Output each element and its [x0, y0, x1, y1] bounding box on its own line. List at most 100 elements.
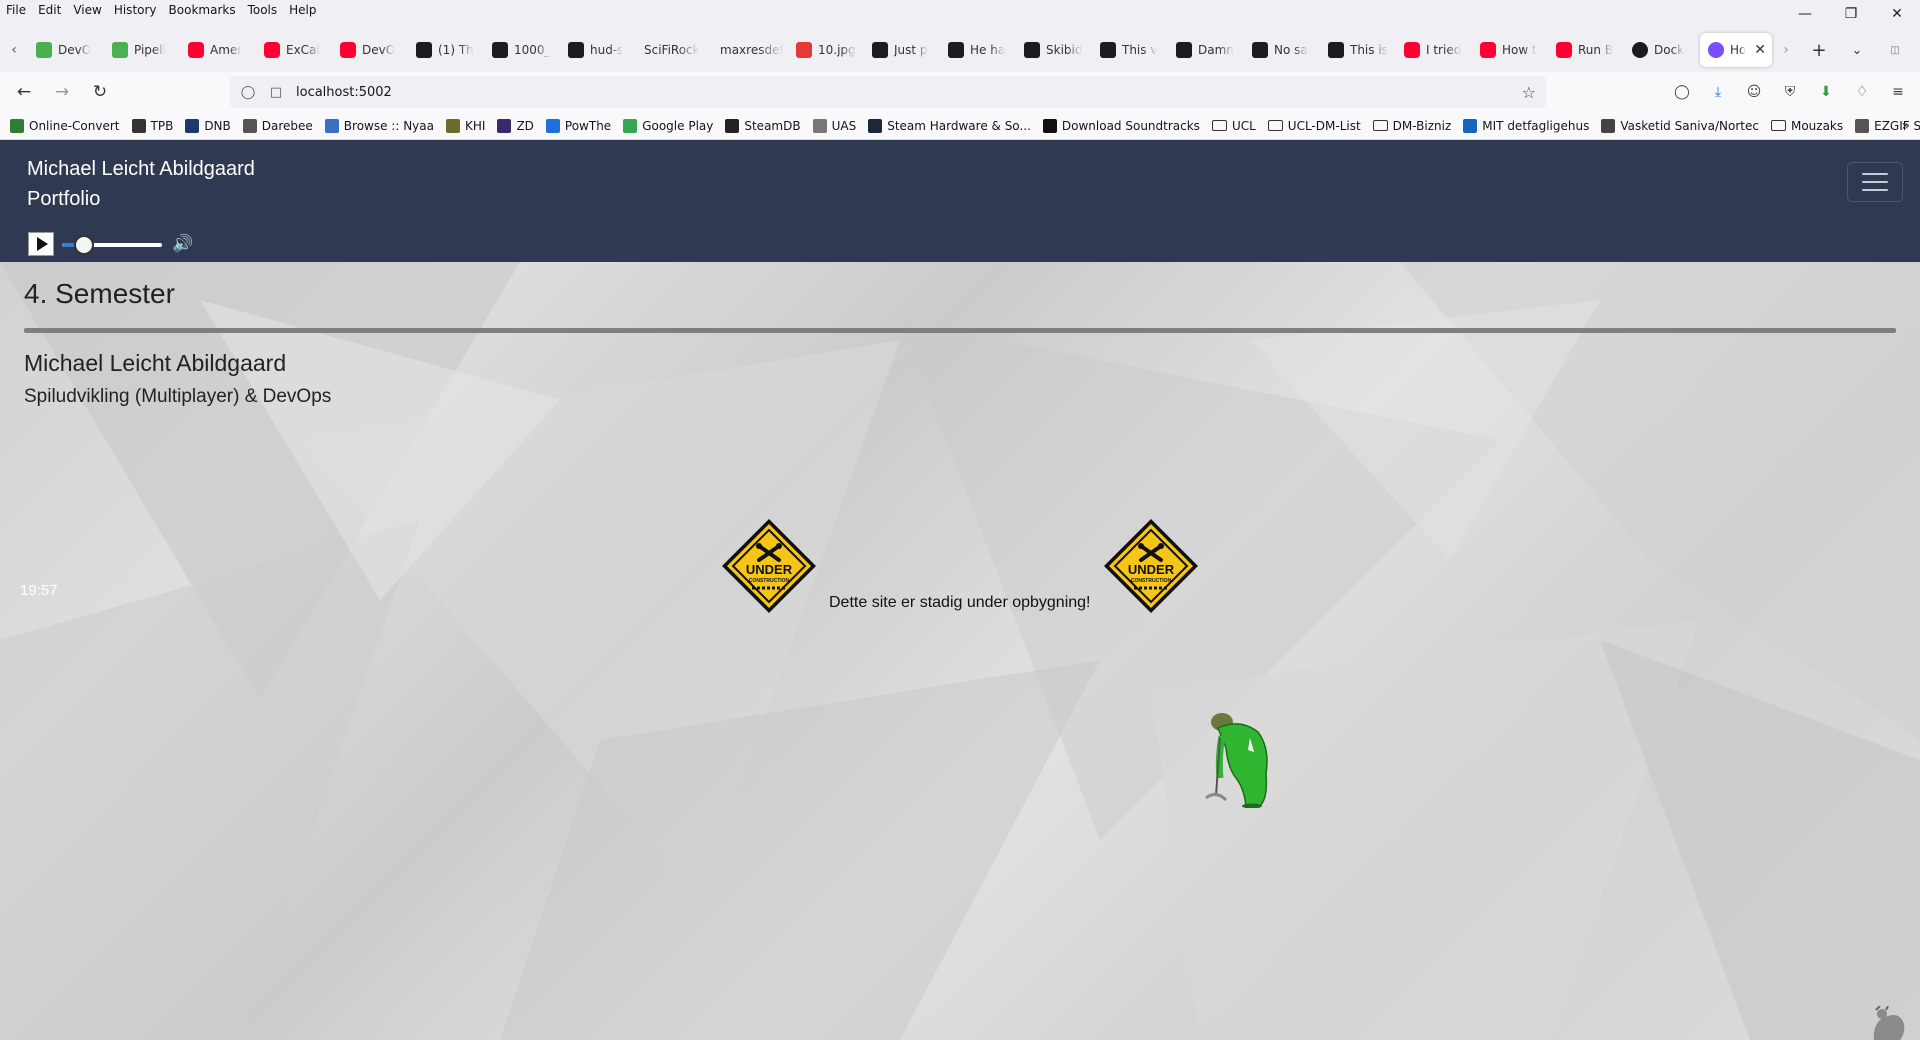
forward-icon[interactable]: →	[44, 76, 80, 108]
tab[interactable]: I tried	[1396, 33, 1472, 67]
tab-title: 1000_	[514, 43, 551, 57]
url-text[interactable]: localhost:5002	[296, 85, 392, 100]
tab-active[interactable]: Ho ✕	[1700, 33, 1772, 67]
shield-icon[interactable]: ◯	[240, 84, 256, 100]
play-icon[interactable]	[28, 232, 54, 256]
brand-subtitle[interactable]: Portfolio	[27, 184, 255, 214]
url-bar[interactable]: ◯ □ localhost:5002 ☆	[230, 76, 1546, 108]
bookmark-label: DM-Bizniz	[1392, 118, 1452, 133]
hamburger-menu-icon[interactable]	[1847, 162, 1903, 202]
menu-icon[interactable]: ≡	[1880, 76, 1916, 108]
reload-icon[interactable]: ↻	[82, 76, 118, 108]
tab[interactable]: How t	[1472, 33, 1548, 67]
tab[interactable]: This v	[1092, 33, 1168, 67]
tab-title: I tried	[1426, 43, 1462, 57]
menu-bookmarks[interactable]: Bookmarks	[169, 3, 236, 17]
tab[interactable]: DevO	[28, 33, 104, 67]
bookmark-item[interactable]: EZGIF SpeedChanger	[1855, 118, 1920, 133]
slider-thumb[interactable]	[74, 235, 94, 255]
bookmark-item[interactable]: ZD	[497, 118, 534, 133]
tab[interactable]: hud-s	[560, 33, 636, 67]
volume-slider[interactable]	[62, 234, 162, 255]
bookmark-item[interactable]: UAS	[812, 118, 856, 133]
bookmark-item[interactable]: Steam Hardware & So...	[868, 118, 1031, 133]
close-window-icon[interactable]: ✕	[1874, 0, 1920, 28]
close-tab-icon[interactable]: ✕	[1754, 42, 1766, 58]
bookmark-item[interactable]: TPB	[131, 118, 174, 133]
tab[interactable]: No sa	[1244, 33, 1320, 67]
list-tabs-icon[interactable]: ⌄	[1838, 35, 1876, 65]
tab[interactable]: Amer	[180, 33, 256, 67]
speaker-icon[interactable]: 🔊	[172, 234, 193, 254]
tab[interactable]: 1000_	[484, 33, 560, 67]
tab-title: Dock	[1654, 43, 1685, 57]
menu-edit[interactable]: Edit	[38, 3, 61, 17]
bookmark-star-icon[interactable]: ☆	[1522, 83, 1536, 102]
bookmark-item[interactable]: DM-Bizniz	[1372, 118, 1452, 133]
bookmark-label: PowThe	[564, 118, 612, 133]
menu-history[interactable]: History	[114, 3, 157, 17]
tab-scroll-left-icon[interactable]: ‹	[0, 35, 28, 65]
bookmark-item[interactable]: Google Play	[623, 118, 713, 133]
site-brand[interactable]: Michael Leicht Abildgaard Portfolio	[27, 154, 255, 214]
download-arrow-icon[interactable]: ⬇	[1808, 76, 1844, 108]
bookmark-item[interactable]: Mouzaks	[1770, 119, 1843, 133]
tab[interactable]: 10.jpg	[788, 33, 864, 67]
menu-view[interactable]: View	[73, 3, 101, 17]
more-bookmarks-icon[interactable]: »	[1901, 118, 1910, 134]
account-icon[interactable]: ☺	[1736, 76, 1772, 108]
bookmark-item[interactable]: UCL	[1211, 119, 1256, 133]
tab[interactable]: ExCal	[256, 33, 332, 67]
square-icon	[416, 42, 432, 58]
pocket-icon[interactable]: ◯	[1664, 76, 1700, 108]
tab[interactable]: Dock	[1624, 33, 1700, 67]
square-icon	[1328, 42, 1344, 58]
extensions-icon[interactable]: ♢	[1844, 76, 1880, 108]
bookmark-label: DNB	[204, 118, 231, 133]
downloads-icon[interactable]: ⤓	[1700, 76, 1736, 108]
bookmark-item[interactable]: DNB	[185, 118, 231, 133]
menu-help[interactable]: Help	[289, 3, 316, 17]
back-icon[interactable]: ←	[6, 76, 42, 108]
ublock-icon[interactable]: ⛨	[1772, 76, 1808, 108]
tab[interactable]: SciFiRock	[636, 33, 712, 67]
tab-title: This v	[1122, 43, 1158, 57]
tab[interactable]: Run B	[1548, 33, 1624, 67]
bookmark-item[interactable]: MIT detfagligehus	[1463, 118, 1589, 133]
tab-counter-icon[interactable]: ◫	[1876, 35, 1914, 65]
tab[interactable]: DevO	[332, 33, 408, 67]
tab-title: Just p	[894, 43, 928, 57]
bookmark-item[interactable]: Download Soundtracks	[1042, 118, 1200, 133]
tab[interactable]: He ha	[940, 33, 1016, 67]
tab-scroll-right-icon[interactable]: ›	[1772, 35, 1800, 65]
tab[interactable]: Skibid	[1016, 33, 1092, 67]
tab-title: (1) Th	[438, 43, 474, 57]
sign-text-construction: CONSTRUCTION	[1131, 578, 1172, 584]
tab[interactable]: (1) Th	[408, 33, 484, 67]
tab[interactable]: Damn	[1168, 33, 1244, 67]
background-pattern	[0, 262, 1920, 1040]
tab[interactable]: Pipeli	[104, 33, 180, 67]
bookmark-label: SteamDB	[744, 118, 801, 133]
menu-tools[interactable]: Tools	[248, 3, 278, 17]
bookmark-item[interactable]: UCL-DM-List	[1267, 119, 1361, 133]
bookmark-item[interactable]: Vasketid Saniva/Nortec	[1601, 118, 1759, 133]
tab-title: He ha	[970, 43, 1006, 57]
brand-name[interactable]: Michael Leicht Abildgaard	[27, 154, 255, 184]
bookmark-item[interactable]: Browse :: Nyaa	[324, 118, 434, 133]
bookmark-label: TPB	[150, 118, 174, 133]
tab[interactable]: This is	[1320, 33, 1396, 67]
tab-title: Amer	[210, 43, 243, 57]
tab[interactable]: Just p	[864, 33, 940, 67]
tab-title: How t	[1502, 43, 1537, 57]
tab[interactable]: maxresdef	[712, 33, 788, 67]
minimize-icon[interactable]: —	[1782, 0, 1828, 28]
menu-file[interactable]: File	[6, 3, 26, 17]
bookmark-item[interactable]: Online-Convert	[10, 118, 120, 133]
restore-icon[interactable]: ❐	[1828, 0, 1874, 28]
bookmark-item[interactable]: PowThe	[545, 118, 612, 133]
bookmark-item[interactable]: Darebee	[242, 118, 313, 133]
bookmark-item[interactable]: SteamDB	[725, 118, 801, 133]
new-tab-icon[interactable]: +	[1800, 35, 1838, 65]
bookmark-item[interactable]: KHI	[446, 118, 485, 133]
